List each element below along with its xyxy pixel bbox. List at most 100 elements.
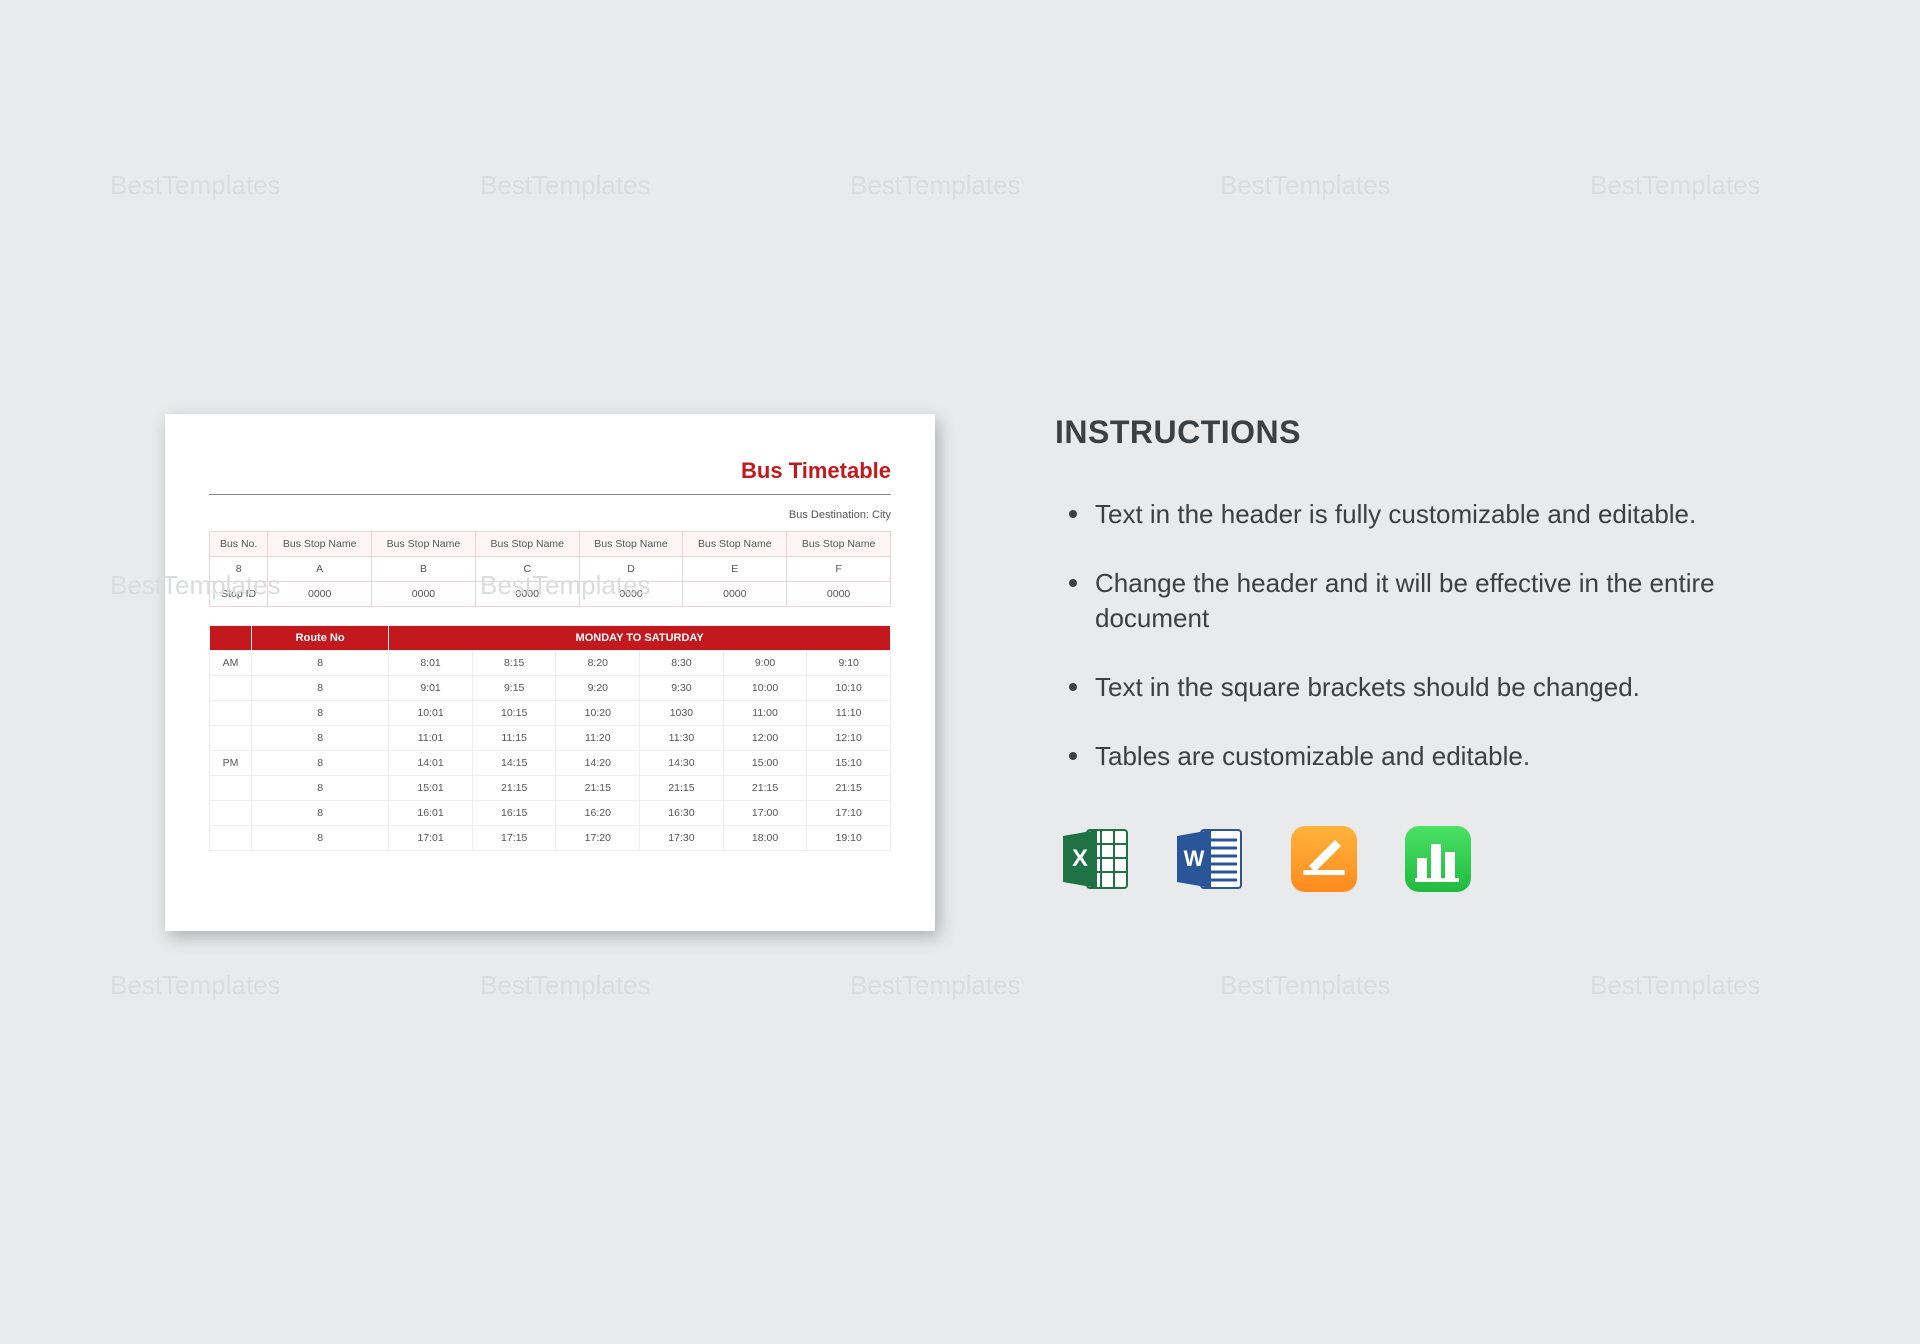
cell: 15:00 — [723, 750, 807, 775]
preview-title: Bus Timetable — [209, 458, 891, 494]
instruction-item: Tables are customizable and editable. — [1055, 739, 1755, 774]
svg-text:W: W — [1184, 846, 1205, 871]
cell: 11:00 — [723, 700, 807, 725]
cell: A — [268, 556, 372, 581]
cell: 11:15 — [472, 725, 556, 750]
cell: F — [787, 556, 891, 581]
cell: 16:15 — [472, 800, 556, 825]
table-row: 815:0121:1521:1521:1521:1521:15 — [210, 775, 891, 800]
col-header: Bus No. — [210, 531, 268, 556]
cell: 10:20 — [556, 700, 640, 725]
cell: PM — [210, 750, 252, 775]
cell: 11:30 — [640, 725, 724, 750]
cell: 8:20 — [556, 650, 640, 675]
cell: Stop ID — [210, 581, 268, 606]
watermark: BestTemplates — [1220, 970, 1391, 1001]
table-row: 817:0117:1517:2017:3018:0019:10 — [210, 825, 891, 850]
cell: 14:01 — [389, 750, 473, 775]
cell: 9:15 — [472, 675, 556, 700]
cell: AM — [210, 650, 252, 675]
cell: 16:01 — [389, 800, 473, 825]
watermark: BestTemplates — [480, 170, 651, 201]
cell: 17:01 — [389, 825, 473, 850]
cell: 21:15 — [556, 775, 640, 800]
template-preview: Bus Timetable Bus Destination: City Bus … — [165, 414, 935, 931]
table-row: 8 A B C D E F — [210, 556, 891, 581]
word-icon: W — [1175, 824, 1245, 894]
cell: 14:15 — [472, 750, 556, 775]
cell: 12:10 — [807, 725, 891, 750]
cell: 21:15 — [472, 775, 556, 800]
cell: E — [683, 556, 787, 581]
cell: 17:15 — [472, 825, 556, 850]
cell: 10:10 — [807, 675, 891, 700]
cell: B — [372, 556, 476, 581]
instruction-item: Change the header and it will be effecti… — [1055, 566, 1755, 636]
cell: 11:01 — [389, 725, 473, 750]
cell: 17:00 — [723, 800, 807, 825]
cell: 9:01 — [389, 675, 473, 700]
cell: 8:01 — [389, 650, 473, 675]
cell: 1030 — [640, 700, 724, 725]
watermark: BestTemplates — [110, 970, 281, 1001]
col-header: Bus Stop Name — [372, 531, 476, 556]
table-row: 89:019:159:209:3010:0010:10 — [210, 675, 891, 700]
cell: D — [579, 556, 683, 581]
instruction-item: Text in the header is fully customizable… — [1055, 497, 1755, 532]
cell: 15:10 — [807, 750, 891, 775]
cell: 9:20 — [556, 675, 640, 700]
cell: 0000 — [579, 581, 683, 606]
col-header: Bus Stop Name — [683, 531, 787, 556]
instructions-panel: INSTRUCTIONS Text in the header is fully… — [1055, 414, 1755, 894]
cell: C — [475, 556, 579, 581]
cell: 9:10 — [807, 650, 891, 675]
table-row: PM814:0114:1514:2014:3015:0015:10 — [210, 750, 891, 775]
table-row: AM88:018:158:208:309:009:10 — [210, 650, 891, 675]
watermark: BestTemplates — [850, 970, 1021, 1001]
cell: 8 — [252, 650, 389, 675]
svg-text:X: X — [1072, 845, 1088, 872]
cell: 8:30 — [640, 650, 724, 675]
cell: 12:00 — [723, 725, 807, 750]
watermark: BestTemplates — [110, 170, 281, 201]
cell — [210, 675, 252, 700]
cell: 9:00 — [723, 650, 807, 675]
watermark: BestTemplates — [480, 970, 651, 1001]
cell — [210, 625, 252, 650]
cell: 8 — [252, 825, 389, 850]
cell: 8 — [252, 725, 389, 750]
table-row: 816:0116:1516:2016:3017:0017:10 — [210, 800, 891, 825]
cell: 19:10 — [807, 825, 891, 850]
instruction-item: Text in the square brackets should be ch… — [1055, 670, 1755, 705]
bus-info-table: Bus No. Bus Stop Name Bus Stop Name Bus … — [209, 531, 891, 607]
cell: 11:20 — [556, 725, 640, 750]
instructions-list: Text in the header is fully customizable… — [1055, 497, 1755, 774]
cell: 0000 — [268, 581, 372, 606]
cell: 0000 — [372, 581, 476, 606]
cell: 17:20 — [556, 825, 640, 850]
table-row: 811:0111:1511:2011:3012:0012:10 — [210, 725, 891, 750]
numbers-icon — [1403, 824, 1473, 894]
cell: 8 — [252, 750, 389, 775]
col-header: Bus Stop Name — [268, 531, 372, 556]
cell: 18:00 — [723, 825, 807, 850]
pages-icon — [1289, 824, 1359, 894]
cell: 0000 — [683, 581, 787, 606]
col-header: Bus Stop Name — [787, 531, 891, 556]
schedule-header-row: Route No MONDAY TO SATURDAY — [210, 625, 891, 650]
cell: 0000 — [787, 581, 891, 606]
cell: 21:15 — [807, 775, 891, 800]
days-header: MONDAY TO SATURDAY — [389, 625, 891, 650]
table-header-row: Bus No. Bus Stop Name Bus Stop Name Bus … — [210, 531, 891, 556]
cell: 0000 — [475, 581, 579, 606]
watermark: BestTemplates — [1220, 170, 1391, 201]
cell: 17:30 — [640, 825, 724, 850]
cell: 21:15 — [723, 775, 807, 800]
cell — [210, 725, 252, 750]
divider — [209, 494, 891, 495]
cell: 11:10 — [807, 700, 891, 725]
cell: 21:15 — [640, 775, 724, 800]
watermark: BestTemplates — [850, 170, 1021, 201]
cell — [210, 825, 252, 850]
app-icons-row: X W — [1055, 824, 1755, 894]
